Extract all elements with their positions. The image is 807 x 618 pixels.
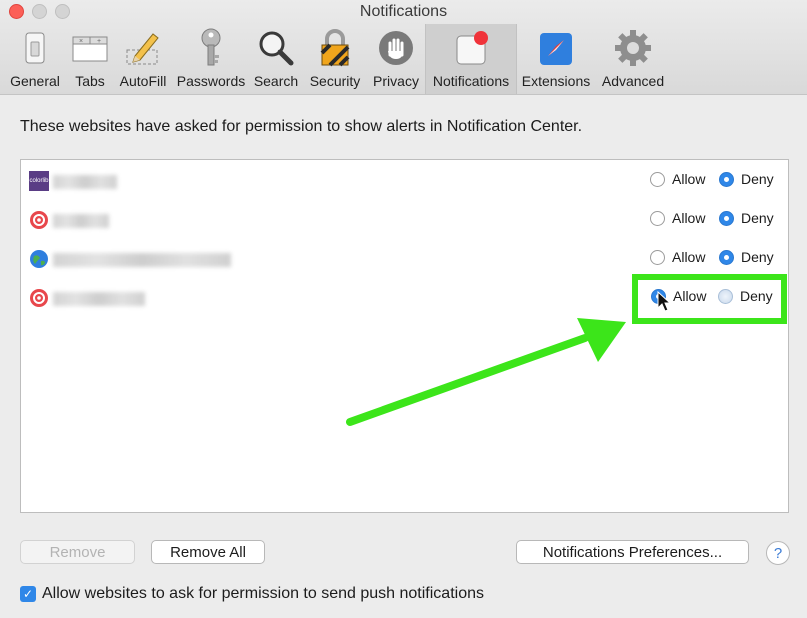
annotation-arrow [346, 318, 626, 426]
allow-push-requests-label[interactable]: Allow websites to ask for permission to … [42, 585, 484, 603]
remove-button[interactable]: Remove [20, 540, 135, 564]
allow-push-requests-checkbox[interactable]: ✓ [20, 586, 36, 602]
help-button[interactable]: ? [766, 541, 790, 565]
notifications-preferences-button[interactable]: Notifications Preferences... [516, 540, 749, 564]
remove-all-button[interactable]: Remove All [151, 540, 265, 564]
mouse-cursor-icon [657, 291, 671, 312]
